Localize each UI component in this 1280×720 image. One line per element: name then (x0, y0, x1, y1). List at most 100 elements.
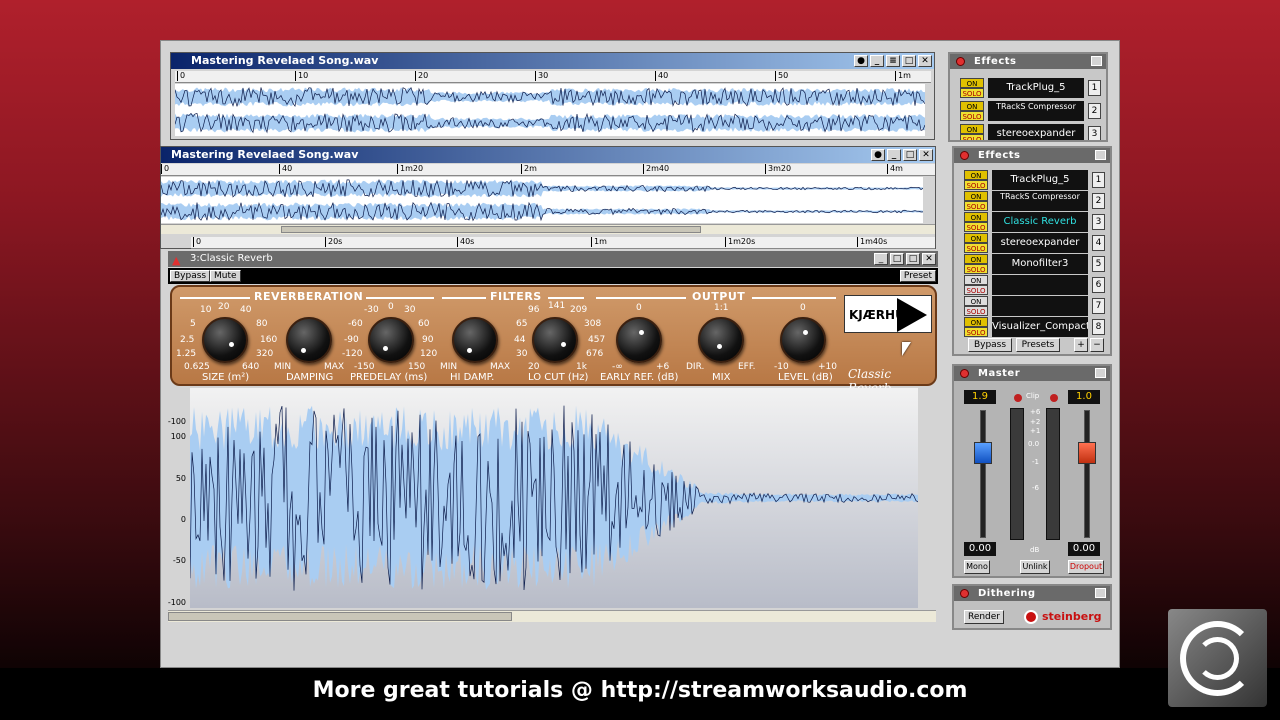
size-knob[interactable] (202, 317, 248, 363)
on-toggle[interactable]: ON (964, 233, 988, 243)
slot-number: 2 (1088, 103, 1101, 119)
right-fader-handle[interactable] (1078, 442, 1096, 464)
effect-name[interactable]: Classic Reverb (992, 212, 1088, 232)
maximize-button[interactable] (1095, 368, 1106, 378)
mute-button[interactable]: Mute (210, 270, 241, 282)
solo-toggle[interactable]: SOLO (964, 180, 988, 190)
dithering-title-bar[interactable]: Dithering (954, 586, 1110, 601)
wave-window-2-titlebar[interactable]: Mastering Revelaed Song.wav ● _ □ ✕ (161, 147, 935, 163)
mix-knob[interactable] (698, 317, 744, 363)
wave-window-2[interactable]: Mastering Revelaed Song.wav ● _ □ ✕ 0 40… (160, 146, 936, 249)
solo-toggle[interactable]: SOLO (964, 222, 988, 232)
power-led-icon[interactable] (960, 151, 969, 160)
meter-scale: -6 (1032, 484, 1039, 492)
left-fader-track[interactable] (980, 410, 986, 538)
solo-toggle[interactable]: SOLO (964, 327, 988, 337)
close-button[interactable]: ✕ (919, 149, 933, 161)
hi-damp-knob[interactable] (452, 317, 498, 363)
time-ruler-lower[interactable]: 0 20s 40s 1m 1m20s 1m40s (191, 237, 935, 249)
effect-name[interactable]: Visualizer_Compact (992, 317, 1088, 337)
close-button[interactable]: ✕ (918, 55, 932, 67)
effects-title-bar[interactable]: Effects (954, 148, 1110, 163)
wave-window-1[interactable]: Mastering Revelaed Song.wav ● _ ≡ □ ✕ 0 … (170, 52, 935, 140)
on-toggle[interactable]: ON (964, 296, 988, 306)
power-led-icon[interactable] (960, 589, 969, 598)
options-button[interactable]: ● (854, 55, 868, 67)
damping-knob[interactable] (286, 317, 332, 363)
left-fader-handle[interactable] (974, 442, 992, 464)
early-ref-knob[interactable] (616, 317, 662, 363)
mono-button[interactable]: Mono (964, 560, 990, 574)
options-button[interactable]: ● (871, 149, 885, 161)
remove-effect-button[interactable]: − (1090, 338, 1104, 352)
bypass-button[interactable]: Bypass (170, 270, 211, 282)
lo-cut-knob[interactable] (532, 317, 578, 363)
level-knob[interactable] (780, 317, 826, 363)
unlink-button[interactable]: Unlink (1020, 560, 1050, 574)
on-toggle[interactable]: ON (960, 101, 984, 111)
on-toggle[interactable]: ON (960, 124, 984, 134)
render-button[interactable]: Render (964, 610, 1004, 624)
time-ruler[interactable]: 0 10 20 30 40 50 1m (175, 71, 931, 83)
solo-toggle[interactable]: SOLO (960, 88, 984, 98)
presets-button[interactable]: Presets (1016, 338, 1060, 352)
maximize-button[interactable] (1095, 588, 1106, 598)
effect-name[interactable]: TrackPlug_5 (988, 78, 1084, 98)
right-fader-track[interactable] (1084, 410, 1090, 538)
dropout-button[interactable]: Dropout (1068, 560, 1104, 574)
solo-toggle[interactable]: SOLO (964, 201, 988, 211)
time-ruler[interactable]: 0 40 1m20 2m 2m40 3m20 4m (161, 164, 935, 176)
maximize-button[interactable]: □ (902, 55, 916, 67)
restore-button[interactable]: □ (890, 253, 904, 265)
on-toggle[interactable]: ON (964, 191, 988, 201)
maximize-button[interactable]: □ (903, 149, 917, 161)
effect-name[interactable]: stereoexpander (988, 124, 1084, 140)
scroll-thumb[interactable] (281, 226, 701, 233)
overview-waveform[interactable] (161, 177, 923, 223)
power-led-icon[interactable] (960, 369, 969, 378)
effect-name[interactable]: TrackPlug_5 (992, 170, 1088, 190)
minimize-button[interactable]: _ (870, 55, 884, 67)
effect-name[interactable]: Monofilter3 (992, 254, 1088, 274)
effect-name[interactable] (992, 275, 1088, 295)
predelay-knob[interactable] (368, 317, 414, 363)
on-toggle[interactable]: ON (964, 212, 988, 222)
add-effect-button[interactable]: + (1074, 338, 1088, 352)
bypass-button[interactable]: Bypass (968, 338, 1012, 352)
maximize-button[interactable]: □ (906, 253, 920, 265)
on-toggle[interactable]: ON (964, 317, 988, 327)
wave-window-1-titlebar[interactable]: Mastering Revelaed Song.wav ● _ ≡ □ ✕ (171, 53, 934, 69)
master-title-bar[interactable]: Master (954, 366, 1110, 381)
knob-scale-label: -120 (342, 349, 363, 359)
effect-name[interactable]: stereoexpander (992, 233, 1088, 253)
maximize-button[interactable] (1095, 150, 1106, 160)
on-toggle[interactable]: ON (964, 275, 988, 285)
on-toggle[interactable]: ON (964, 170, 988, 180)
solo-toggle[interactable]: SOLO (964, 264, 988, 274)
scroll-thumb[interactable] (168, 612, 512, 621)
on-toggle[interactable]: ON (964, 254, 988, 264)
solo-toggle[interactable]: SOLO (960, 111, 984, 121)
solo-toggle[interactable]: SOLO (964, 243, 988, 253)
effect-name[interactable]: TRackS Compressor (992, 191, 1088, 211)
minimize-button[interactable]: _ (874, 253, 888, 265)
preset-button[interactable]: Preset (899, 270, 936, 282)
effect-name[interactable]: TRackS Compressor (988, 101, 1084, 121)
effect-name[interactable] (992, 296, 1088, 316)
close-button[interactable]: ✕ (922, 253, 936, 265)
waveform-display[interactable] (175, 84, 925, 136)
effects-title-bar[interactable]: Effects (950, 54, 1106, 69)
list-button[interactable]: ≡ (886, 55, 900, 67)
horizontal-scrollbar[interactable] (161, 224, 935, 234)
maximize-button[interactable] (1091, 56, 1102, 66)
zoomed-waveform[interactable] (190, 388, 918, 608)
solo-toggle[interactable]: SOLO (964, 285, 988, 295)
waveform-scrollbar[interactable] (168, 610, 936, 622)
lo-cut-label: LO CUT (Hz) (528, 372, 589, 383)
minimize-button[interactable]: _ (887, 149, 901, 161)
solo-toggle[interactable]: SOLO (964, 306, 988, 316)
reverb-window-titlebar[interactable]: ▲ 3:Classic Reverb _ □ □ ✕ (168, 251, 938, 267)
solo-toggle[interactable]: SOLO (960, 134, 984, 140)
power-led-icon[interactable] (956, 57, 965, 66)
on-toggle[interactable]: ON (960, 78, 984, 88)
